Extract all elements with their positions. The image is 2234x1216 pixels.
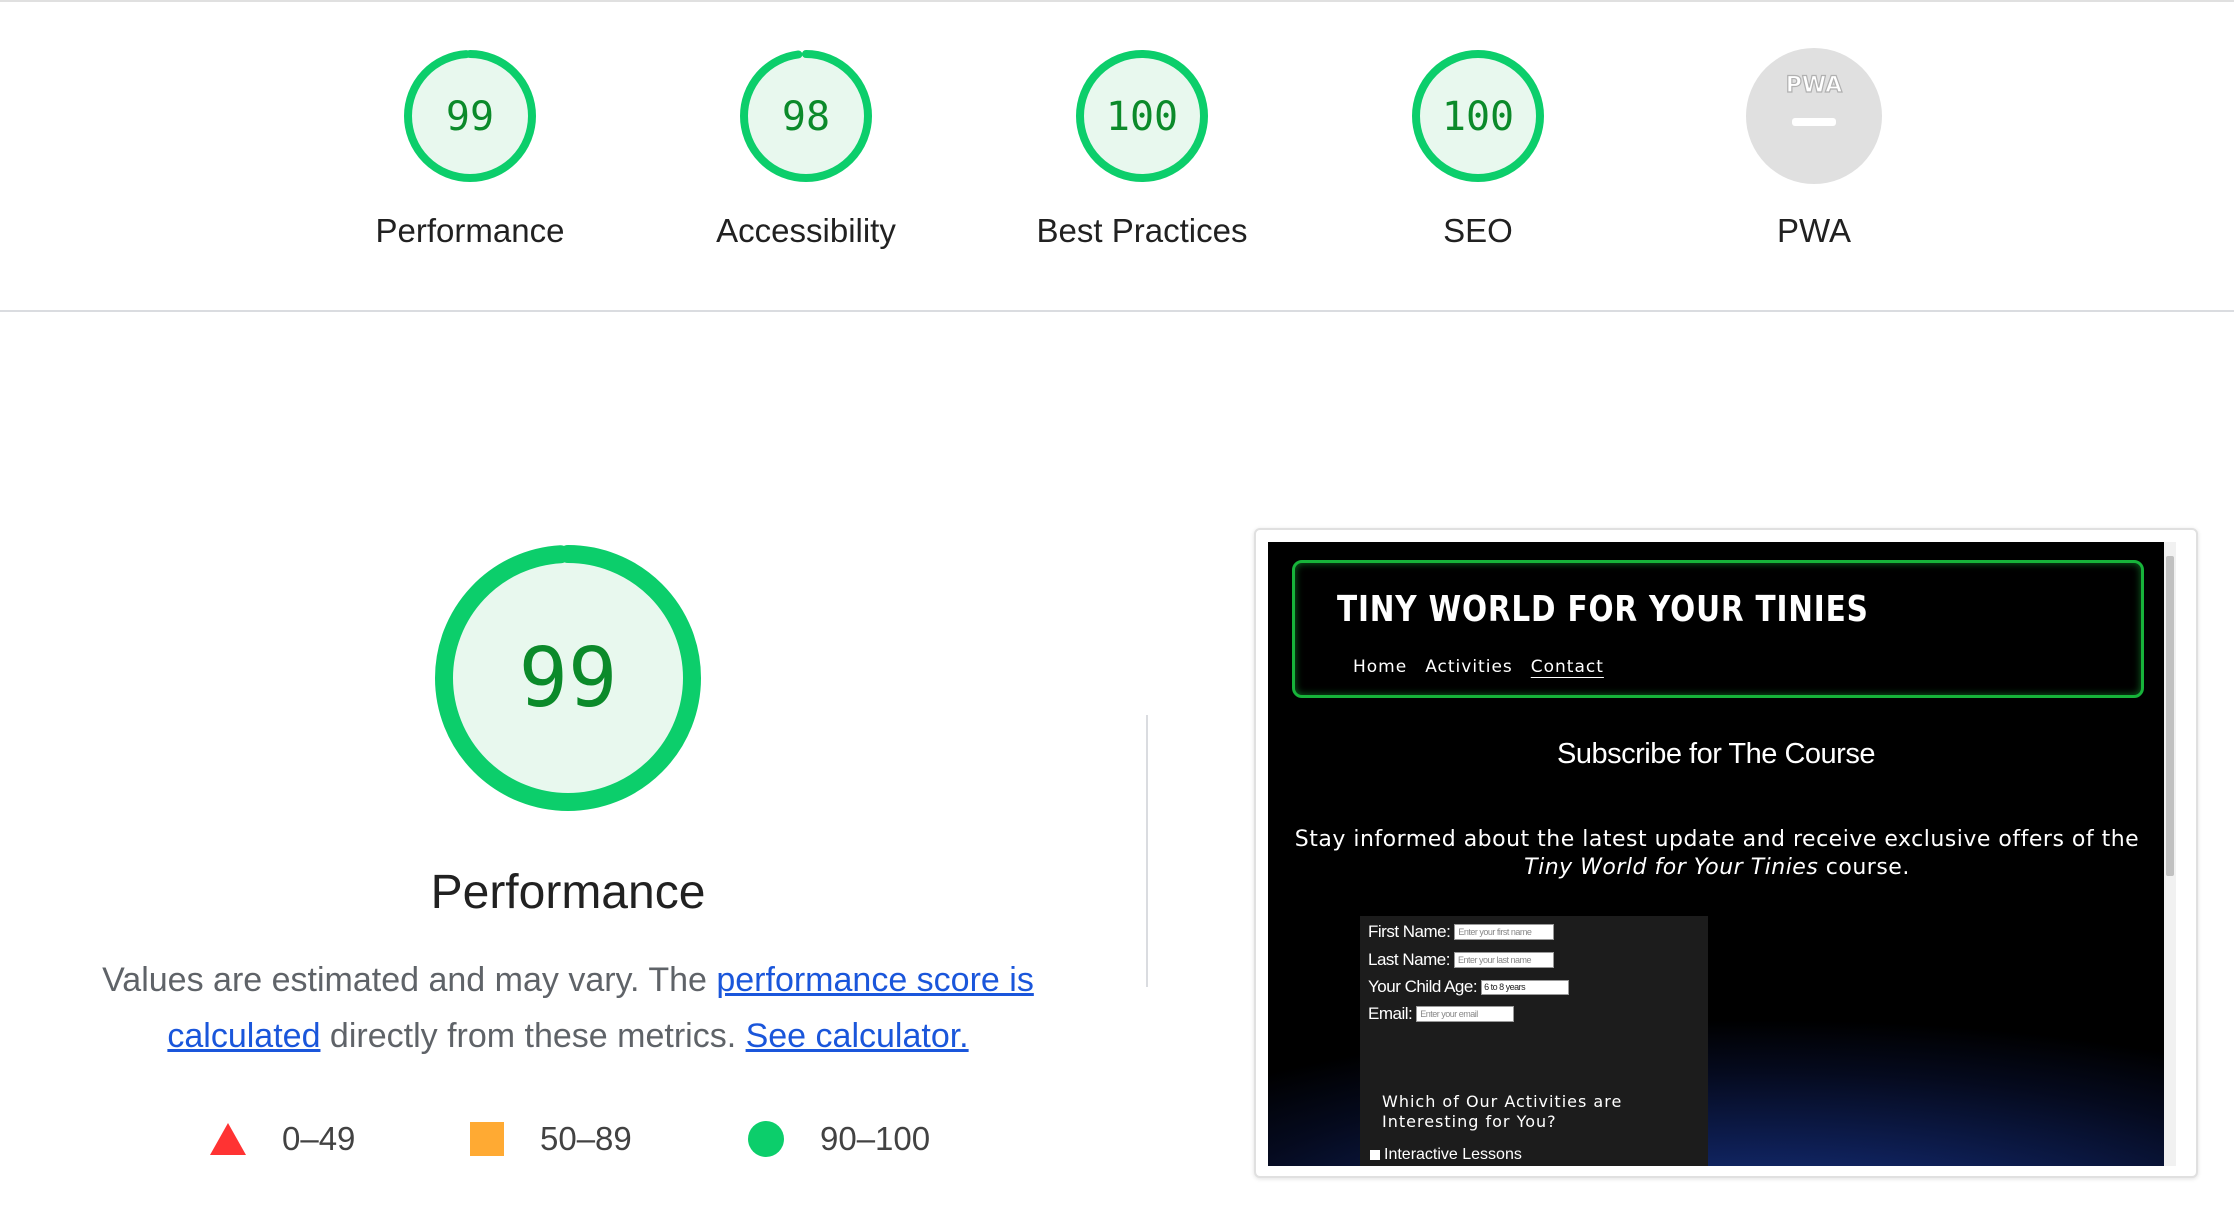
gauge-accessibility[interactable]: 98 Accessibility <box>676 46 936 250</box>
gauge-best-practices[interactable]: 100 Best Practices <box>1012 46 1272 250</box>
para-text-1: Stay informed about the latest update an… <box>1294 827 2140 852</box>
performance-title: Performance <box>430 866 706 919</box>
performance-big-gauge: 99 <box>430 540 706 816</box>
checkbox-icon <box>1370 1150 1380 1160</box>
site-header: TINY WORLD FOR YOUR TINIES Home Activiti… <box>1292 560 2144 698</box>
subscribe-heading: Subscribe for The Course <box>1557 738 1875 770</box>
last-name-label: Last Name: <box>1368 950 1450 969</box>
site-title: TINY WORLD FOR YOUR TINIES <box>1337 589 1869 630</box>
first-name-row: First Name: Enter your first name <box>1368 922 1555 942</box>
legend-pass-range: 90–100 <box>820 1120 931 1157</box>
email-row: Email: Enter your email <box>1368 1004 1515 1024</box>
first-name-label: First Name: <box>1368 922 1451 941</box>
option-interactive-lessons: Interactive Lessons <box>1370 1146 1522 1164</box>
performance-big-score: 99 <box>519 631 618 726</box>
gauge-performance[interactable]: 99 Performance <box>340 46 600 250</box>
email-label: Email: <box>1368 1004 1413 1023</box>
seo-label: SEO <box>1443 212 1513 249</box>
best-practices-gauge-ring: 100 <box>1076 50 1208 182</box>
email-field: Enter your email <box>1416 1006 1515 1022</box>
legend-fail-range: 0–49 <box>282 1120 356 1157</box>
pwa-label: PWA <box>1777 212 1851 249</box>
nav-contact: Contact <box>1530 657 1604 677</box>
subscribe-form: First Name: Enter your first name Last N… <box>1360 916 1708 1166</box>
seo-gauge-ring: 100 <box>1412 50 1544 182</box>
screenshot-scrollbar <box>2164 542 2176 1166</box>
gauge-seo[interactable]: 100 SEO <box>1348 46 1608 250</box>
nav-activities: Activities <box>1425 657 1513 677</box>
age-select: 6 to 8 years <box>1481 979 1570 995</box>
legend-fail: 0–49 <box>210 1120 355 1158</box>
age-row: Your Child Age: 6 to 8 years <box>1368 977 1570 997</box>
option-label: Interactive Lessons <box>1384 1146 1522 1163</box>
nav-home: Home <box>1353 657 1408 677</box>
para-text-2: course. <box>1818 855 1910 880</box>
subscribe-paragraph: Stay informed about the latest update an… <box>1284 826 2150 882</box>
legend-average: 50–89 <box>470 1120 632 1158</box>
last-name-field: Enter your last name <box>1453 952 1554 968</box>
seo-score: 100 <box>1442 94 1514 140</box>
score-legend: 0–49 50–89 90–100 <box>210 1120 1010 1180</box>
pwa-badge-icon: PWA <box>1746 48 1882 184</box>
first-name-field: Enter your first name <box>1454 924 1555 940</box>
legend-pass: 90–100 <box>748 1120 930 1158</box>
performance-big-gauge-ring: 99 <box>435 545 701 811</box>
accessibility-label: Accessibility <box>716 212 896 249</box>
age-label: Your Child Age: <box>1368 977 1478 996</box>
accessibility-gauge-ring: 98 <box>740 50 872 182</box>
performance-score: 99 <box>446 94 494 140</box>
activities-question: Which of Our Activities are Interesting … <box>1382 1092 1623 1131</box>
site-nav: Home Activities Contact <box>1353 657 1604 677</box>
section-divider <box>0 310 2234 312</box>
pwa-badge-text: PWA <box>1786 73 1842 98</box>
final-screenshot-frame[interactable]: TINY WORLD FOR YOUR TINIES Home Activiti… <box>1254 528 2198 1178</box>
legend-average-range: 50–89 <box>540 1120 632 1157</box>
final-screenshot: TINY WORLD FOR YOUR TINIES Home Activiti… <box>1268 542 2176 1166</box>
accessibility-score: 98 <box>782 94 830 140</box>
para-course-name: Tiny World for Your Tinies <box>1524 855 1819 880</box>
performance-description: Values are estimated and may vary. The p… <box>100 952 1036 1064</box>
category-gauges: 99 Performance 98 Accessibility 100 Best… <box>0 2 2234 311</box>
performance-label: Performance <box>375 212 565 249</box>
performance-gauge-ring: 99 <box>404 50 536 182</box>
desc-text-2: directly from these metrics. <box>320 1017 746 1055</box>
best-practices-score: 100 <box>1106 94 1178 140</box>
desc-text-1: Values are estimated and may vary. The <box>102 961 717 999</box>
circle-icon <box>748 1121 784 1157</box>
square-icon <box>470 1122 504 1156</box>
last-name-row: Last Name: Enter your last name <box>1368 950 1554 970</box>
triangle-icon <box>210 1123 246 1155</box>
best-practices-label: Best Practices <box>1036 212 1248 249</box>
see-calculator-link[interactable]: See calculator. <box>746 1017 969 1055</box>
vertical-divider <box>1146 715 1148 987</box>
gauge-pwa[interactable]: PWA PWA <box>1684 46 1944 250</box>
